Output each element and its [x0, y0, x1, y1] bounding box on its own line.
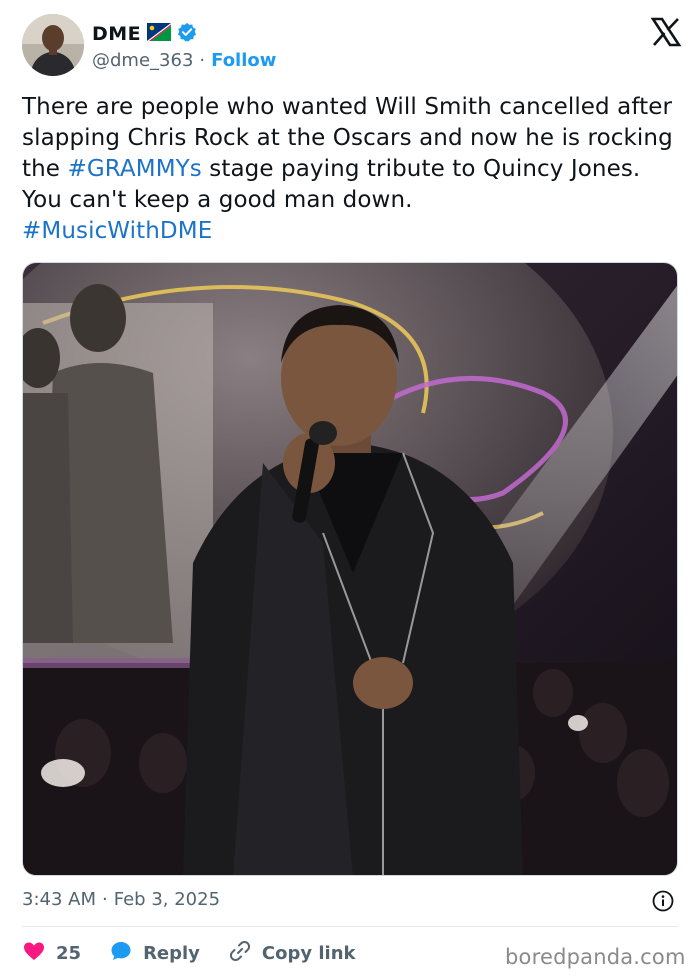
- speech-bubble-icon: [109, 939, 133, 968]
- tweet-date: Feb 3, 2025: [113, 889, 221, 910]
- copy-link-label: Copy link: [261, 942, 356, 964]
- hashtag-grammys-link[interactable]: #GRAMMYs: [67, 156, 201, 182]
- x-logo-icon[interactable]: [650, 16, 682, 48]
- like-count: 25: [56, 942, 82, 964]
- user-handle[interactable]: @dme_363: [92, 50, 193, 71]
- tweet-timestamp[interactable]: 3:43 AM · Feb 3, 2025: [22, 889, 220, 910]
- separator: ·: [199, 50, 206, 71]
- display-name[interactable]: DME: [92, 23, 141, 45]
- hashtag-musicwithdme-link[interactable]: #MusicWithDME: [22, 218, 212, 244]
- tweet-header: DME @dme_363 · Follow: [22, 14, 682, 80]
- tweet-text: There are people who wanted Will Smith c…: [22, 92, 682, 247]
- avatar[interactable]: [22, 14, 84, 76]
- reply-label: Reply: [143, 942, 200, 964]
- tweet-actions: 25 Reply Copy link: [22, 938, 356, 968]
- like-button[interactable]: 25: [22, 939, 81, 968]
- boredpanda-watermark: boredpanda.com: [505, 945, 686, 969]
- verified-badge-icon: [177, 22, 197, 46]
- divider: [22, 926, 678, 927]
- info-icon[interactable]: [652, 890, 674, 912]
- copy-link-button[interactable]: Copy link: [228, 939, 356, 968]
- separator: ·: [102, 889, 108, 910]
- reply-button[interactable]: Reply: [109, 939, 200, 968]
- heart-icon: [22, 939, 46, 968]
- tweet-time: 3:43 AM: [22, 889, 96, 910]
- namibia-flag-icon: [147, 23, 173, 45]
- tweet-media-photo[interactable]: [22, 262, 678, 876]
- link-icon: [228, 939, 252, 968]
- follow-button[interactable]: Follow: [211, 50, 276, 71]
